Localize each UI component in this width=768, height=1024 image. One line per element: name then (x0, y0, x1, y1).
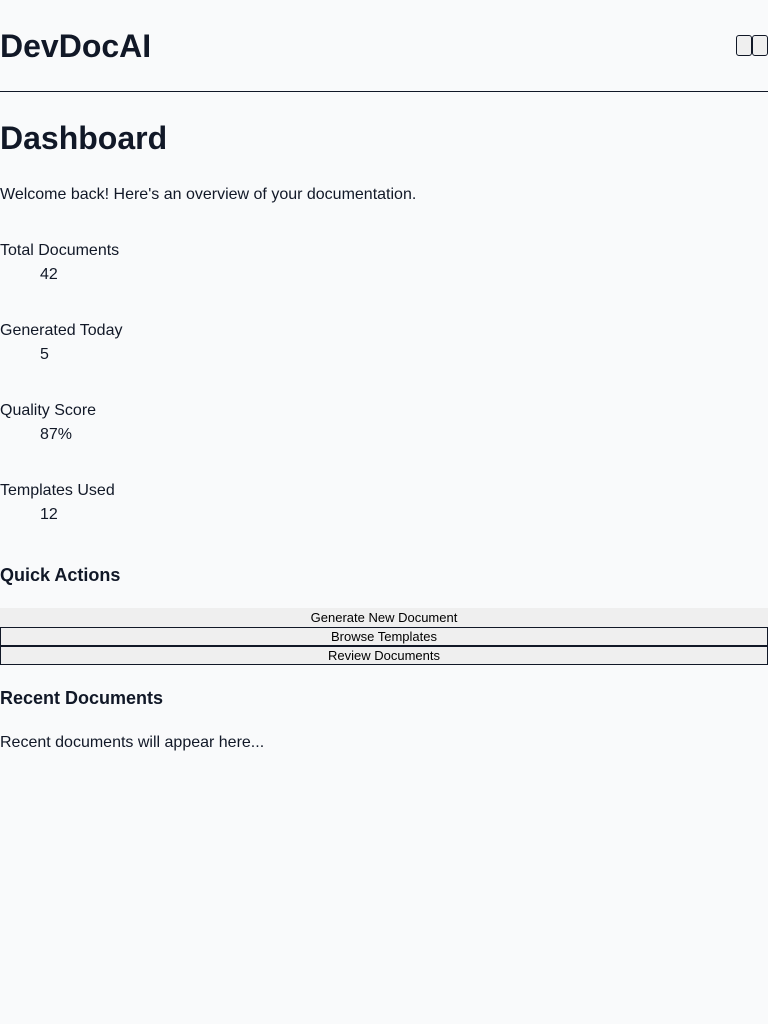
stat-label: Total Documents (0, 242, 120, 259)
review-documents-button[interactable]: Review Documents (0, 646, 768, 665)
header-controls (736, 35, 768, 56)
stat-label: Quality Score (0, 402, 97, 419)
header-control-button-2[interactable] (752, 35, 768, 56)
stat-generated-today: Generated Today 5 (0, 320, 768, 370)
stat-label: Generated Today (0, 322, 123, 339)
stat-label: Templates Used (0, 482, 115, 499)
recent-documents-title: Recent Documents (0, 688, 164, 708)
app-header: DevDocAI (0, 0, 768, 92)
browse-templates-button[interactable]: Browse Templates (0, 627, 768, 646)
app-name: DevDocAI (0, 28, 152, 64)
stat-quality-score: Quality Score 87% (0, 400, 768, 450)
recent-documents-empty-text: Recent documents will appear here... (0, 734, 265, 751)
stat-total-documents: Total Documents 42 (0, 240, 768, 290)
page-title: Dashboard (0, 120, 168, 156)
stat-value: 42 (40, 266, 58, 283)
stat-value: 12 (40, 506, 58, 523)
generate-new-document-button[interactable]: Generate New Document (0, 608, 768, 627)
quick-actions: Generate New Document Browse Templates R… (0, 608, 768, 665)
stat-value: 5 (40, 346, 49, 363)
header-control-button-1[interactable] (736, 35, 752, 56)
stat-value: 87% (40, 426, 73, 443)
welcome-text: Welcome back! Here's an overview of your… (0, 186, 417, 203)
quick-actions-title: Quick Actions (0, 565, 121, 585)
stat-templates-used: Templates Used 12 (0, 480, 768, 530)
